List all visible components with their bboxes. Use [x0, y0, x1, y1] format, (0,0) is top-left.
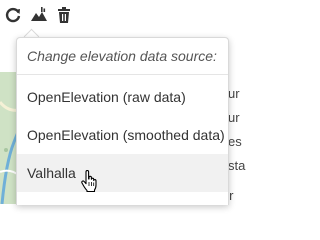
elevation-icon[interactable] [30, 6, 48, 24]
menu-divider [17, 74, 228, 75]
side-text-3: es [228, 134, 242, 149]
trash-icon[interactable] [55, 6, 73, 24]
menu-header: Change elevation data source: [27, 48, 217, 64]
menu-item-openelevation-raw[interactable]: OpenElevation (raw data) [17, 78, 228, 116]
menu-item-openelevation-smoothed[interactable]: OpenElevation (smoothed data) [17, 116, 228, 154]
elevation-source-menu: Change elevation data source: OpenElevat… [16, 37, 229, 205]
side-text-4: sta [228, 158, 246, 173]
hand-cursor-icon [81, 170, 97, 192]
refresh-icon[interactable] [4, 6, 22, 24]
side-text-2: ur [228, 110, 240, 125]
menu-item-valhalla[interactable]: Valhalla [17, 154, 228, 192]
toolbar [0, 0, 243, 32]
side-text-1: ur [228, 86, 240, 101]
